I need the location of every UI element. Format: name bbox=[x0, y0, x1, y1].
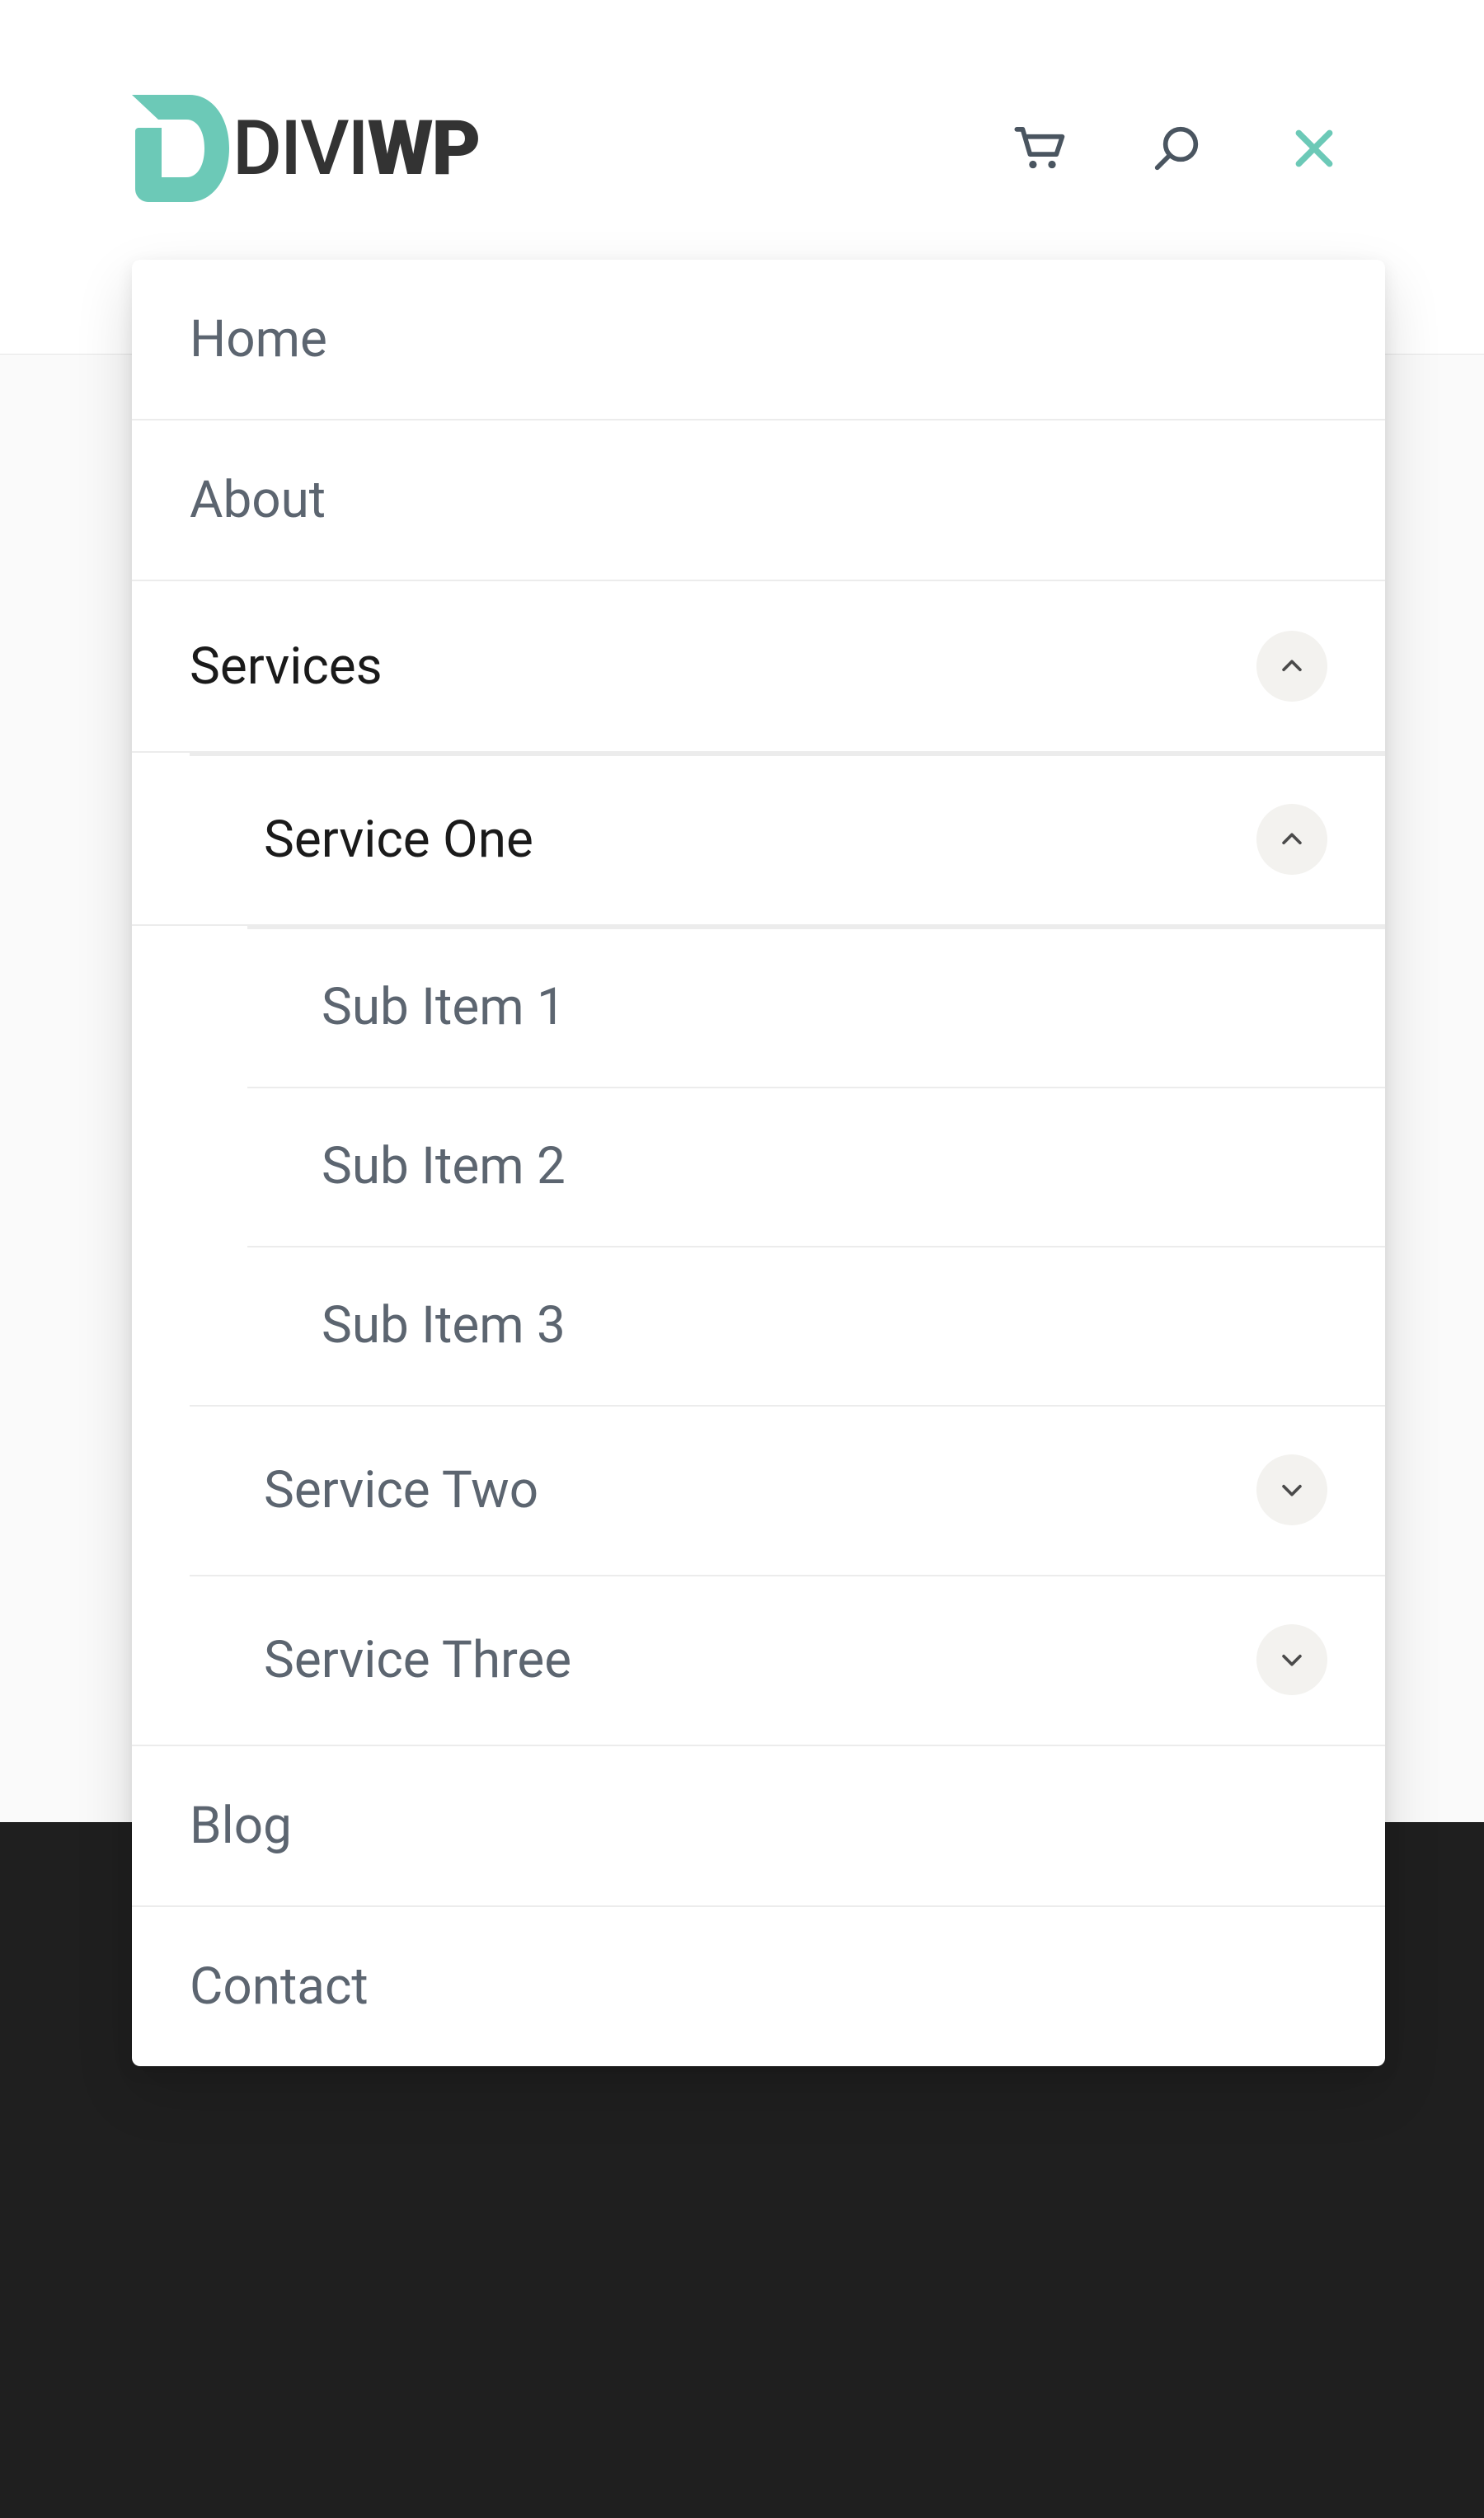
logo-text: DIVIWP bbox=[232, 105, 479, 193]
chevron-down-icon bbox=[1278, 1476, 1306, 1504]
logo-mark-icon bbox=[132, 95, 231, 202]
menu-label-sub-1: Sub Item 1 bbox=[322, 977, 1327, 1037]
site-logo[interactable]: DIVIWP bbox=[132, 95, 479, 202]
search-icon[interactable] bbox=[1147, 119, 1206, 178]
collapse-toggle-service-one[interactable] bbox=[1256, 804, 1327, 875]
menu-item-services[interactable]: Services bbox=[132, 580, 1385, 751]
submenu-services: Service One Sub Item 1 Sub Item 2 Sub It… bbox=[132, 751, 1385, 1745]
chevron-down-icon bbox=[1278, 1646, 1306, 1674]
menu-item-about[interactable]: About bbox=[132, 419, 1385, 580]
cart-icon[interactable] bbox=[1009, 119, 1068, 178]
expand-toggle-service-two[interactable] bbox=[1256, 1454, 1327, 1525]
menu-label-service-one: Service One bbox=[264, 810, 1256, 870]
logo-text-right: WP bbox=[368, 105, 480, 193]
menu-label-sub-2: Sub Item 2 bbox=[322, 1136, 1327, 1196]
menu-item-sub-3[interactable]: Sub Item 3 bbox=[247, 1246, 1385, 1405]
header-icons bbox=[1009, 119, 1344, 178]
submenu-service-one: Sub Item 1 Sub Item 2 Sub Item 3 bbox=[132, 924, 1385, 1405]
menu-item-home[interactable]: Home bbox=[132, 260, 1385, 419]
menu-item-blog[interactable]: Blog bbox=[132, 1745, 1385, 1905]
menu-label-about: About bbox=[190, 470, 1327, 530]
menu-label-service-three: Service Three bbox=[264, 1630, 1256, 1690]
menu-label-sub-3: Sub Item 3 bbox=[322, 1295, 1327, 1355]
menu-item-service-three[interactable]: Service Three bbox=[190, 1575, 1385, 1745]
chevron-up-icon bbox=[1278, 825, 1306, 853]
menu-label-service-two: Service Two bbox=[264, 1460, 1256, 1520]
mobile-menu-panel: Home About Services Service One bbox=[132, 260, 1385, 2066]
expand-toggle-service-three[interactable] bbox=[1256, 1624, 1327, 1695]
menu-item-sub-1[interactable]: Sub Item 1 bbox=[247, 926, 1385, 1087]
logo-text-left: DIVI bbox=[232, 105, 368, 193]
close-menu-icon[interactable] bbox=[1284, 119, 1344, 178]
menu-item-service-one[interactable]: Service One bbox=[190, 753, 1385, 924]
page-container: DIVIWP bbox=[0, 0, 1484, 2518]
collapse-toggle-services[interactable] bbox=[1256, 631, 1327, 702]
menu-label-blog: Blog bbox=[190, 1796, 1327, 1856]
menu-label-contact: Contact bbox=[190, 1957, 1327, 2017]
menu-item-service-two[interactable]: Service Two bbox=[190, 1405, 1385, 1575]
chevron-up-icon bbox=[1278, 652, 1306, 680]
menu-label-services: Services bbox=[190, 637, 1256, 697]
menu-item-sub-2[interactable]: Sub Item 2 bbox=[247, 1087, 1385, 1246]
menu-label-home: Home bbox=[190, 309, 1327, 369]
menu-item-contact[interactable]: Contact bbox=[132, 1905, 1385, 2066]
site-header: DIVIWP bbox=[0, 95, 1484, 202]
